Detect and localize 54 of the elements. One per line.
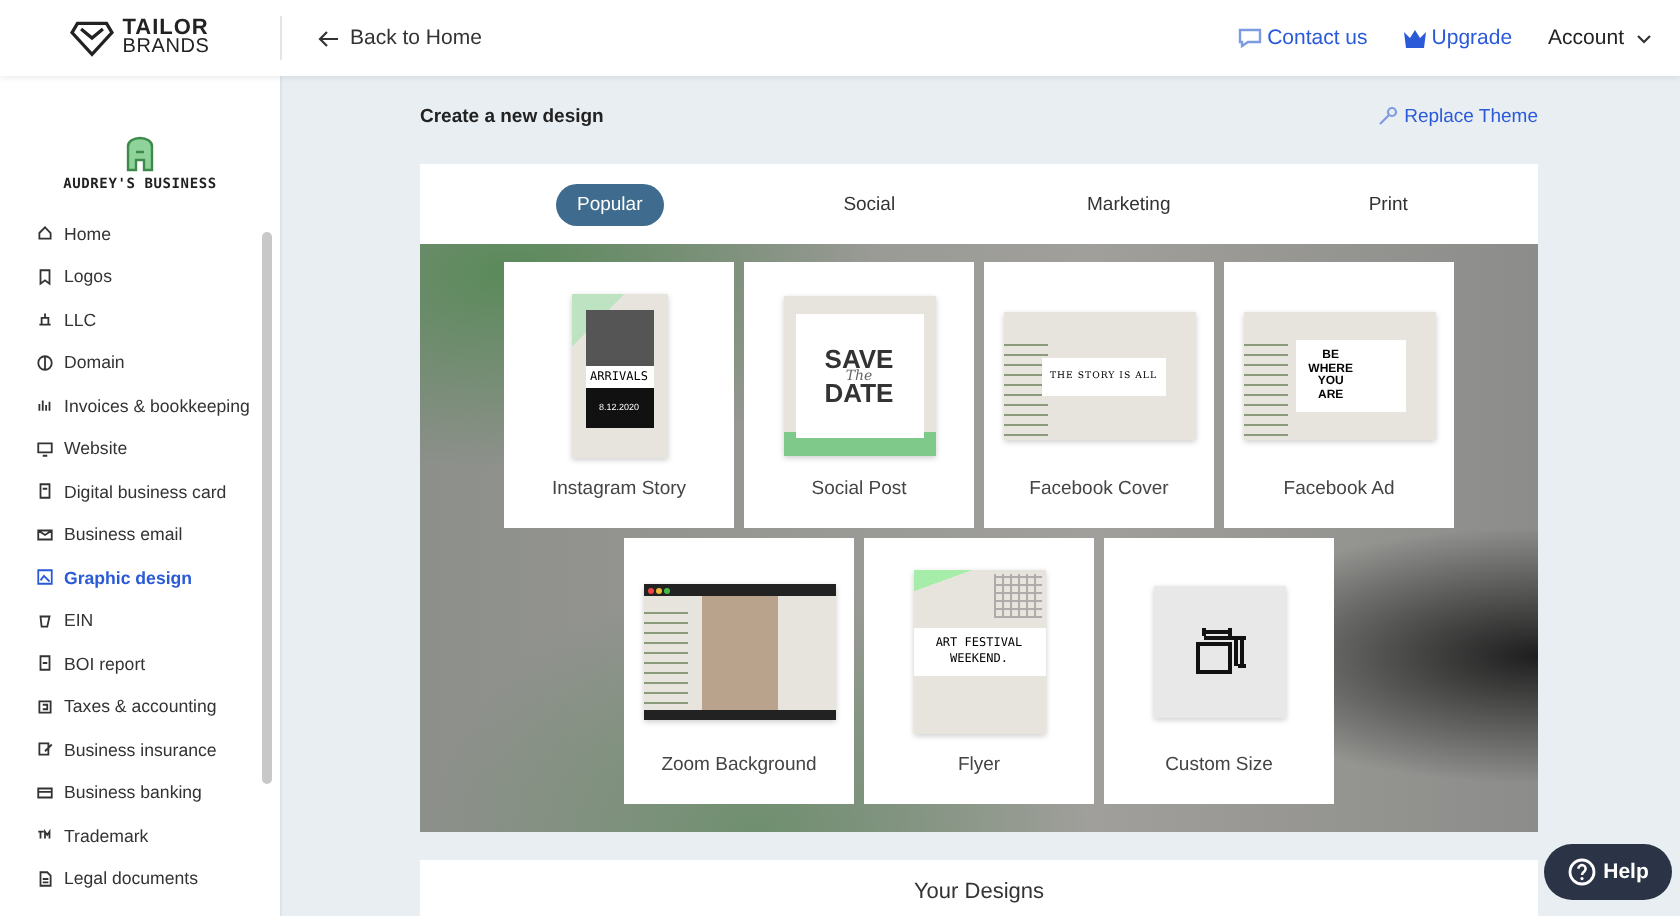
globe-icon [36,353,54,372]
stripe-pattern [643,612,687,704]
logo-text: BRANDS [122,38,210,58]
photo-placeholder [585,310,653,366]
sidebar-item[interactable]: Business banking [0,771,280,814]
contact-link[interactable]: Contact us [1237,26,1368,50]
photo-placeholder [701,596,777,710]
section-title: Your Designs [913,880,1045,908]
sidebar-item[interactable]: Trademark [0,814,280,857]
help-button[interactable]: Help [1544,844,1672,900]
category-tab[interactable]: Popular [555,183,665,225]
envelope-icon [36,525,54,544]
back-link[interactable]: Back to Home [318,26,482,50]
upgrade-link[interactable]: Upgrade [1403,26,1513,50]
arrow-left-icon [318,29,340,47]
sidebar-item[interactable]: LLC [0,298,280,341]
crown-icon [1403,29,1426,47]
category-tab[interactable]: Print [1346,183,1430,225]
business-logo-icon [126,136,154,172]
monitor-icon [36,439,54,458]
section-title: Create a new design [420,105,604,127]
sidebar-item[interactable]: Invoices & bookkeeping [0,384,280,427]
sidebar-item[interactable]: Graphic design [0,556,280,599]
sidebar-item[interactable]: Digital business card [0,470,280,513]
sidebar-item[interactable]: BOI report [0,642,280,685]
pencil-icon [36,740,54,759]
sidebar-item[interactable]: Business email [0,513,280,556]
logo-text: TAILOR [122,18,210,38]
chevron-down-icon [1636,33,1652,43]
question-icon [1567,858,1596,886]
replace-theme-link[interactable]: Replace Theme [1378,105,1538,127]
category-tab[interactable]: Social [821,183,918,225]
design-type-card[interactable]: Zoom Background [624,538,854,804]
design-type-card[interactable]: Custom Size [1104,538,1334,804]
sidebar-item[interactable]: Home [0,212,280,255]
scrollbar-thumb[interactable] [262,232,272,784]
sidebar-item[interactable]: Business insurance [0,728,280,771]
image-icon [36,568,54,587]
sidebar-item[interactable]: Website [0,427,280,470]
key-icon [1378,106,1399,126]
chart-icon [36,396,54,415]
sidebar-item[interactable]: Domain [0,341,280,384]
account-menu[interactable]: Account [1548,26,1652,50]
sidebar-item[interactable]: Logos [0,255,280,298]
sidebar-item[interactable]: Taxes & accounting [0,685,280,728]
bookmark-icon [36,267,54,286]
sidebar-item[interactable]: Legal documents [0,857,280,900]
resize-icon [1193,628,1245,676]
home-icon [36,224,54,243]
logo-icon [70,18,115,58]
category-tab[interactable]: Marketing [1065,183,1193,225]
chat-icon [1237,28,1262,48]
credit-card-icon [36,783,54,802]
sidebar-item[interactable]: EIN [0,599,280,642]
